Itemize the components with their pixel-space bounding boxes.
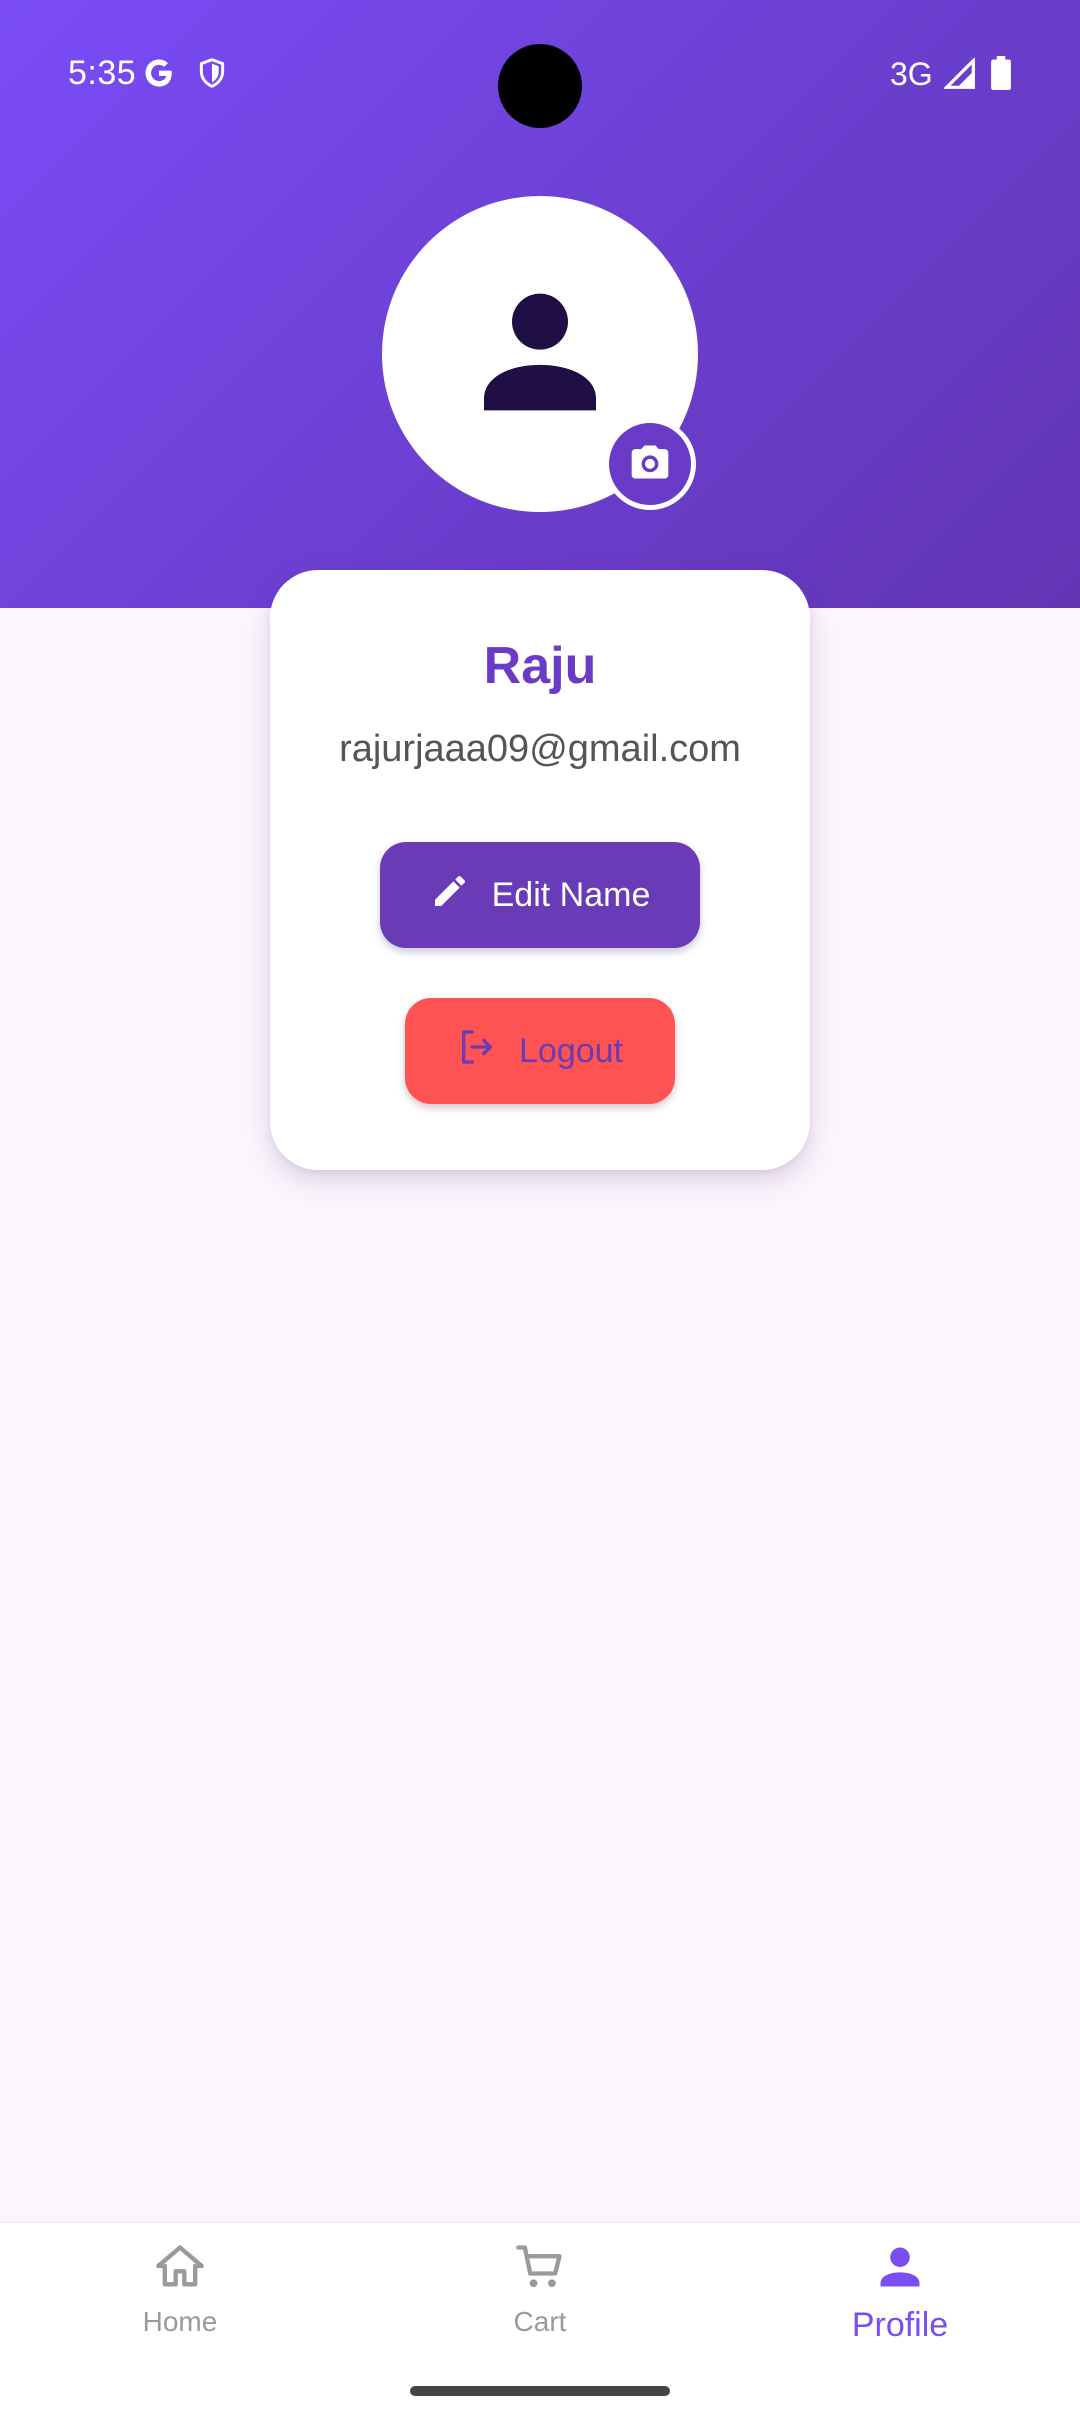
nav-label-home: Home bbox=[142, 2306, 218, 2337]
nav-label-cart: Cart bbox=[513, 2306, 567, 2337]
nav-item-home[interactable]: Home bbox=[80, 2241, 280, 2391]
person-icon bbox=[874, 2241, 926, 2298]
cart-icon bbox=[514, 2241, 566, 2298]
shield-icon bbox=[196, 56, 228, 95]
logout-label: Logout bbox=[519, 1031, 623, 1070]
status-time: 5:35 bbox=[68, 54, 137, 92]
change-photo-button[interactable] bbox=[604, 418, 696, 510]
user-email: rajurjaaa09@gmail.com bbox=[339, 728, 741, 770]
status-bar: 5:35 3G bbox=[0, 0, 1080, 150]
nav-label-profile: Profile bbox=[851, 2306, 949, 2344]
person-icon bbox=[470, 282, 610, 427]
google-icon bbox=[142, 56, 176, 95]
signal-icon bbox=[942, 56, 976, 95]
camera-icon bbox=[628, 440, 672, 489]
edit-name-button[interactable]: Edit Name bbox=[380, 842, 700, 948]
nav-item-cart[interactable]: Cart bbox=[440, 2241, 640, 2391]
profile-card: Raju rajurjaaa09@gmail.com Edit Name Log… bbox=[270, 570, 810, 1170]
camera-cutout bbox=[498, 44, 582, 128]
logout-icon bbox=[457, 1027, 497, 1076]
battery-icon bbox=[990, 56, 1012, 95]
home-icon bbox=[154, 2241, 206, 2298]
nav-item-profile[interactable]: Profile bbox=[800, 2241, 1000, 2391]
pencil-icon bbox=[430, 871, 470, 920]
network-label: 3G bbox=[890, 56, 933, 92]
logout-button[interactable]: Logout bbox=[405, 998, 675, 1104]
user-name: Raju bbox=[483, 637, 597, 695]
edit-name-label: Edit Name bbox=[491, 875, 651, 914]
home-indicator[interactable] bbox=[410, 2386, 670, 2396]
